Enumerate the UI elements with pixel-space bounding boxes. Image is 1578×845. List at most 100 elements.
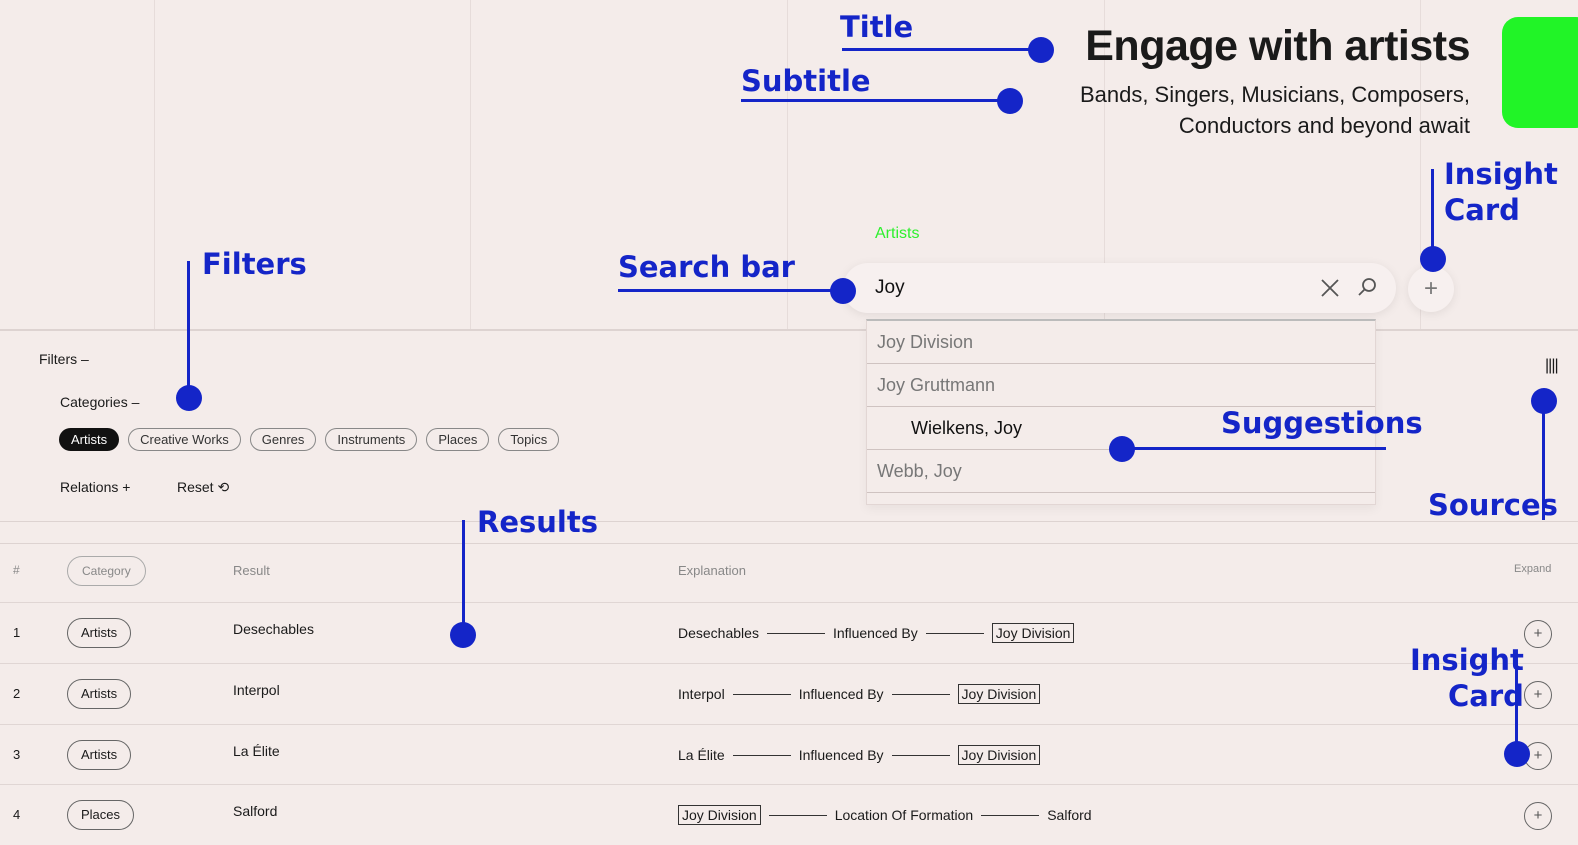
annotation-results: Results (477, 505, 598, 539)
chip-genres[interactable]: Genres (249, 428, 317, 451)
expand-button[interactable]: + (1524, 681, 1552, 709)
annotation-search-bar: Search bar (618, 250, 795, 284)
categories-toggle[interactable]: Categories – (60, 394, 139, 410)
row-category-pill[interactable]: Artists (67, 618, 132, 648)
annotation-dot (1109, 436, 1135, 462)
row-explanation: Desechables Influenced By Joy Division (678, 623, 1075, 643)
insight-card-preview[interactable] (1502, 17, 1578, 128)
annotation-dot (830, 278, 856, 304)
grid-line (154, 0, 155, 330)
annotation-dot (1028, 37, 1054, 63)
suggestion-item[interactable]: Joy Division (867, 321, 1375, 364)
search-input[interactable] (873, 275, 1297, 301)
annotation-line (741, 99, 1011, 102)
annotation-insight-card: Insight Card (1410, 643, 1524, 713)
row-explanation: La Élite Influenced By Joy Division (678, 745, 1041, 765)
grid-line (470, 0, 471, 330)
connector-line (925, 632, 984, 634)
explanation-to: Salford (1047, 807, 1092, 823)
col-header-num: # (13, 563, 20, 577)
page-subtitle: Bands, Singers, Musicians, Composers, Co… (1079, 82, 1470, 138)
annotation-line (187, 261, 190, 397)
row-result[interactable]: Interpol (233, 682, 280, 698)
explanation-relation: Influenced By (832, 625, 918, 641)
col-header-category[interactable]: Category (67, 556, 146, 586)
relations-toggle[interactable]: Relations + (60, 479, 130, 495)
explanation-from: Interpol (678, 686, 725, 702)
row-explanation: Interpol Influenced By Joy Division (678, 684, 1041, 704)
annotation-dot (176, 385, 202, 411)
explanation-to[interactable]: Joy Division (991, 623, 1075, 643)
annotation-line (462, 520, 465, 632)
add-insight-button[interactable]: + (1408, 266, 1454, 312)
section-divider (0, 543, 1578, 544)
suggestion-item[interactable]: Bethany Joy Lenz (867, 493, 1375, 504)
table-row[interactable]: 3 Artists La Élite La Élite Influenced B… (0, 724, 1578, 785)
annotation-dot (450, 622, 476, 648)
row-number: 2 (13, 686, 21, 701)
annotation-dot (997, 88, 1023, 114)
annotation-suggestions: Suggestions (1221, 406, 1423, 440)
explanation-from: Desechables (678, 625, 759, 641)
connector-line (981, 814, 1040, 816)
annotation-insight-card: Insight Card (1444, 157, 1558, 227)
row-result[interactable]: Salford (233, 803, 277, 819)
chip-instruments[interactable]: Instruments (325, 428, 418, 451)
row-explanation: Joy Division Location Of Formation Salfo… (678, 805, 1092, 825)
expand-button[interactable]: + (1524, 620, 1552, 648)
table-row[interactable]: 2 Artists Interpol Interpol Influenced B… (0, 663, 1578, 724)
connector-line (891, 754, 950, 756)
section-divider (0, 521, 1578, 522)
annotation-subtitle: Subtitle (741, 64, 871, 98)
table-row[interactable]: 4 Places Salford Joy Division Location O… (0, 784, 1578, 845)
explanation-to[interactable]: Joy Division (957, 745, 1041, 765)
search-bar[interactable] (843, 263, 1396, 313)
annotation-line (618, 289, 843, 292)
explanation-from: La Élite (678, 747, 725, 763)
chip-creative-works[interactable]: Creative Works (128, 428, 241, 451)
explanation-from[interactable]: Joy Division (678, 805, 761, 825)
annotation-title: Title (840, 10, 914, 44)
row-category-pill[interactable]: Artists (67, 679, 132, 709)
expand-button[interactable]: + (1524, 802, 1552, 830)
row-result[interactable]: La Élite (233, 743, 280, 759)
reset-button[interactable]: Reset ⟲ (177, 479, 229, 496)
table-row[interactable]: 1 Artists Desechables Desechables Influe… (0, 602, 1578, 663)
annotation-sources: Sources (1428, 488, 1558, 522)
row-category-pill[interactable]: Artists (67, 740, 132, 770)
chip-topics[interactable]: Topics (498, 428, 560, 451)
row-category-pill[interactable]: Places (67, 800, 135, 830)
sources-icon[interactable]: |||| (1545, 357, 1559, 375)
explanation-relation: Influenced By (798, 747, 884, 763)
explanation-relation: Location Of Formation (834, 807, 974, 823)
chip-artists[interactable]: Artists (59, 428, 120, 451)
annotation-dot (1504, 741, 1530, 767)
explanation-relation: Influenced By (798, 686, 884, 702)
search-icon[interactable] (1355, 275, 1379, 299)
close-icon[interactable] (1318, 276, 1342, 300)
annotation-dot (1531, 388, 1557, 414)
annotation-dot (1420, 246, 1446, 272)
col-header-explanation: Explanation (678, 563, 746, 578)
col-header-expand: Expand (1514, 563, 1552, 575)
connector-line (768, 814, 827, 816)
col-header-result: Result (233, 563, 270, 578)
explanation-to[interactable]: Joy Division (957, 684, 1041, 704)
row-number: 3 (13, 747, 21, 762)
chip-places[interactable]: Places (426, 428, 490, 451)
suggestion-item[interactable]: Joy Gruttmann (867, 364, 1375, 407)
annotation-line (1542, 400, 1545, 520)
row-number: 1 (13, 625, 21, 640)
connector-line (891, 693, 950, 695)
annotation-line (1515, 660, 1518, 754)
page-title: Engage with artists (1085, 22, 1470, 70)
row-result[interactable]: Desechables (233, 621, 314, 637)
filters-toggle[interactable]: Filters – (39, 351, 89, 367)
connector-line (766, 632, 825, 634)
search-category-label: Artists (875, 225, 920, 242)
annotation-filters: Filters (202, 247, 307, 281)
row-number: 4 (13, 807, 21, 822)
annotation-line (842, 48, 1042, 51)
annotation-line (1118, 447, 1386, 450)
category-chips: Artists Creative Works Genres Instrument… (59, 428, 560, 451)
